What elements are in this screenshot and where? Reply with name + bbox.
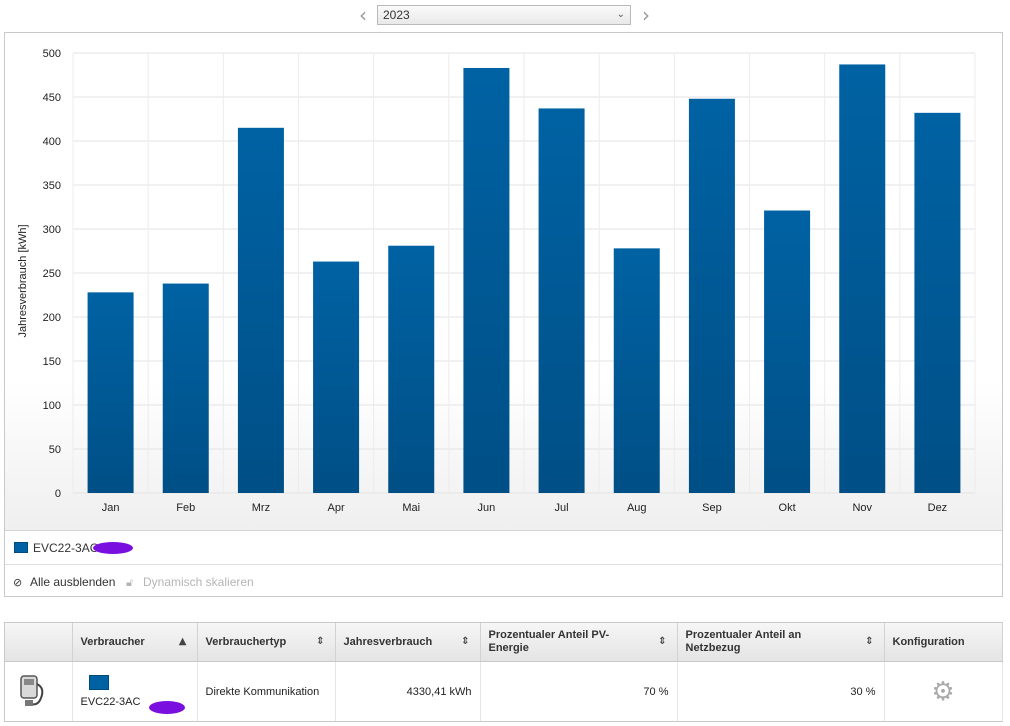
- redaction-scribble: [149, 701, 185, 714]
- column-header-grid-share[interactable]: Prozentualer Anteil an Netzbezug ⇕: [677, 623, 885, 662]
- column-header-icon: [5, 623, 73, 662]
- bar-aug[interactable]: [613, 248, 660, 493]
- device-cell: [5, 661, 73, 721]
- consumer-table: Verbraucher ▲ Verbrauchertyp ⇕ Jahresver…: [4, 622, 1003, 722]
- bar-mrz[interactable]: [237, 127, 284, 494]
- header-label: Verbraucher: [80, 635, 145, 648]
- x-tick-label: Dez: [928, 502, 948, 514]
- grid-share-cell: 30 %: [677, 661, 885, 721]
- bar-jul[interactable]: [538, 108, 585, 493]
- x-tick-label: Mrz: [252, 502, 270, 514]
- consumer-type-cell: Direkte Kommunikation: [197, 661, 336, 721]
- header-label: Verbrauchertyp: [205, 635, 287, 648]
- y-tick-label: 350: [43, 180, 61, 192]
- table-row[interactable]: EVC22-3AC Direkte Kommunikation 4330,41 …: [5, 661, 1003, 721]
- y-tick-label: 0: [55, 488, 61, 500]
- hide-all-button[interactable]: ⊘ Alle ausblenden: [13, 575, 115, 589]
- chevron-right-icon[interactable]: ›: [638, 5, 654, 26]
- bar-apr[interactable]: [313, 261, 360, 493]
- header-label: Prozentualer Anteil PV-Energie: [488, 629, 610, 654]
- chart-panel: 0 50 100 150 200 250 300 350 400 450 500 Jan Feb Mrz A…: [4, 32, 1003, 597]
- bar-jan[interactable]: [87, 292, 134, 493]
- y-tick-label: 100: [43, 400, 61, 412]
- table-header-row: Verbraucher ▲ Verbrauchertyp ⇕ Jahresver…: [5, 623, 1003, 662]
- y-tick-label: 500: [43, 48, 61, 60]
- column-header-consumer[interactable]: Verbraucher ▲: [72, 623, 198, 662]
- y-axis-label: Jahresverbrauch [kWh]: [17, 224, 29, 337]
- bar-jun[interactable]: [463, 67, 510, 494]
- column-header-type[interactable]: Verbrauchertyp ⇕: [197, 623, 336, 662]
- chevron-left-icon[interactable]: ‹: [355, 5, 371, 26]
- annual-consumption-cell: 4330,41 kWh: [335, 661, 481, 721]
- bar-dez[interactable]: [914, 112, 961, 493]
- y-tick-label: 50: [49, 444, 61, 456]
- lock-icon: 🔓︎: [126, 576, 134, 589]
- gear-icon[interactable]: ⚙: [893, 677, 994, 707]
- dynamic-scale-button[interactable]: 🔓︎ Dynamisch skalieren: [126, 575, 254, 590]
- eye-slash-icon: ⊘: [13, 576, 23, 589]
- x-tick-label: Jan: [102, 502, 120, 514]
- hide-all-label: Alle ausblenden: [30, 575, 116, 589]
- y-tick-label: 450: [43, 92, 61, 104]
- charging-station-icon: [20, 675, 44, 706]
- x-tick-label: Jun: [478, 502, 496, 514]
- x-tick-label: Aug: [627, 502, 647, 514]
- chart-tools: ⊘ Alle ausblenden 🔓︎ Dynamisch skalieren: [5, 564, 1002, 597]
- column-header-annual[interactable]: Jahresverbrauch ⇕: [335, 623, 481, 662]
- year-select[interactable]: 2023 ⌄: [377, 5, 631, 25]
- column-header-pv-share[interactable]: Prozentualer Anteil PV-Energie ⇕: [480, 623, 678, 662]
- sort-icon[interactable]: ⇕: [316, 635, 324, 648]
- chevron-down-icon: ⌄: [616, 9, 625, 20]
- bar-mai[interactable]: [388, 245, 435, 493]
- redaction-scribble: [93, 542, 133, 554]
- bar-chart: 0 50 100 150 200 250 300 350 400 450 500 Jan Feb Mrz A…: [17, 48, 976, 514]
- header-label: Konfiguration: [892, 635, 965, 648]
- x-tick-label: Okt: [779, 502, 796, 514]
- consumer-name: EVC22-3AC: [80, 696, 141, 708]
- bar-okt[interactable]: [764, 210, 811, 493]
- y-tick-label: 250: [43, 268, 61, 280]
- x-tick-label: Mai: [402, 502, 420, 514]
- y-tick-label: 200: [43, 312, 61, 324]
- x-tick-label: Nov: [852, 502, 872, 514]
- header-label: Prozentualer Anteil an Netzbezug: [685, 629, 802, 654]
- column-header-config: Konfiguration: [884, 623, 1003, 662]
- legend-swatch[interactable]: [14, 542, 28, 553]
- legend: EVC22-3AC: [5, 530, 1002, 564]
- x-tick-label: Feb: [176, 502, 195, 514]
- year-value: 2023: [383, 8, 410, 22]
- bar-feb[interactable]: [162, 283, 209, 493]
- dynamic-scale-label: Dynamisch skalieren: [143, 575, 254, 589]
- year-navigation: ‹ 2023 ⌄ ›: [0, 5, 1010, 27]
- sort-icon[interactable]: ⇕: [865, 635, 873, 648]
- pv-share-cell: 70 %: [480, 661, 678, 721]
- legend-label[interactable]: EVC22-3AC: [33, 541, 98, 555]
- color-swatch: [88, 675, 109, 690]
- bar-nov[interactable]: [839, 64, 886, 493]
- consumer-cell: EVC22-3AC: [72, 661, 198, 721]
- y-tick-label: 300: [43, 224, 61, 236]
- header-label: Jahresverbrauch: [343, 635, 433, 648]
- x-tick-label: Sep: [702, 502, 722, 514]
- x-tick-label: Jul: [555, 502, 569, 514]
- sort-icon[interactable]: ⇕: [658, 635, 666, 648]
- y-tick-label: 400: [43, 136, 61, 148]
- sort-icon[interactable]: ⇕: [461, 635, 469, 648]
- y-tick-label: 150: [43, 356, 61, 368]
- sort-ascending-icon[interactable]: ▲: [179, 635, 187, 648]
- config-cell: ⚙: [884, 661, 1003, 721]
- x-tick-label: Apr: [328, 502, 345, 514]
- plot-area: 0 50 100 150 200 250 300 350 400 450 500 Jan Feb Mrz A…: [5, 33, 1002, 530]
- bar-sep[interactable]: [688, 98, 735, 493]
